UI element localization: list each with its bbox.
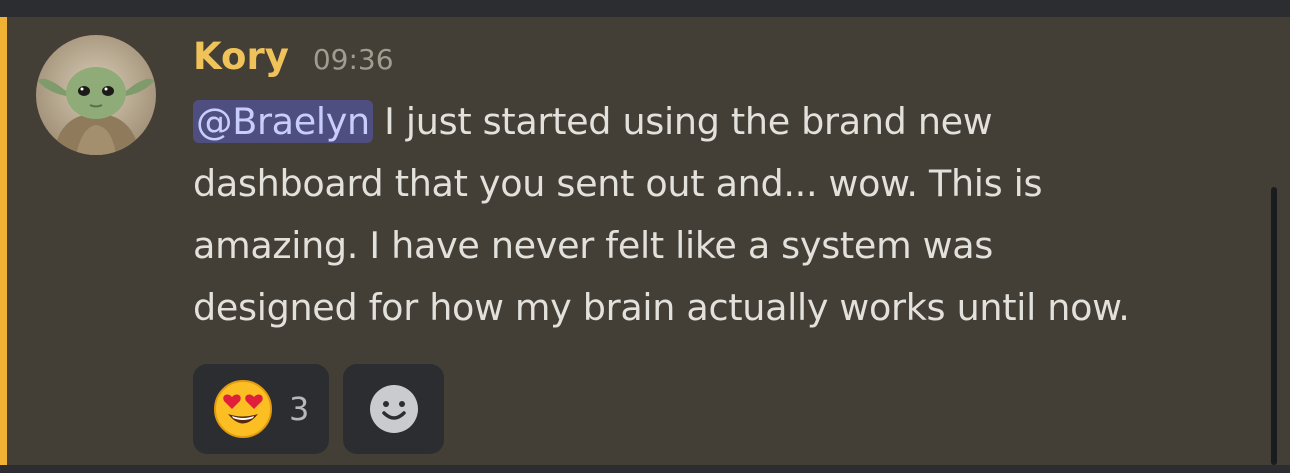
add-reaction-button[interactable] [343, 364, 444, 454]
heart-eyes-emoji-icon [214, 380, 272, 438]
message-line: amazing. I have never felt like a system… [193, 224, 993, 267]
bottom-bar [0, 465, 1290, 473]
top-bar [0, 0, 1290, 17]
avatar[interactable] [36, 35, 156, 155]
user-mention[interactable]: @Braelyn [193, 100, 373, 143]
message-line: dashboard that you sent out and... wow. … [193, 162, 1043, 205]
message-line: designed for how my brain actually works… [193, 286, 1130, 329]
message-header: Kory 09:36 [193, 35, 394, 85]
reaction-count: 3 [289, 390, 310, 428]
mention-highlight-bar [0, 17, 7, 465]
timestamp[interactable]: 09:36 [313, 43, 394, 76]
scrollbar[interactable] [1271, 187, 1277, 465]
avatar-image [36, 35, 156, 155]
reactions-bar: 3 [193, 364, 444, 454]
username[interactable]: Kory [193, 35, 289, 78]
chat-message[interactable]: Kory 09:36 @Braelyn I just started using… [0, 17, 1290, 465]
message-line: @Braelyn I just started using the brand … [193, 91, 1273, 153]
message-text: I just started using the brand new [372, 100, 993, 143]
message-content: @Braelyn I just started using the brand … [193, 91, 1273, 339]
add-reaction-smiley-icon [369, 385, 418, 433]
reaction-heart-eyes[interactable]: 3 [193, 364, 329, 454]
